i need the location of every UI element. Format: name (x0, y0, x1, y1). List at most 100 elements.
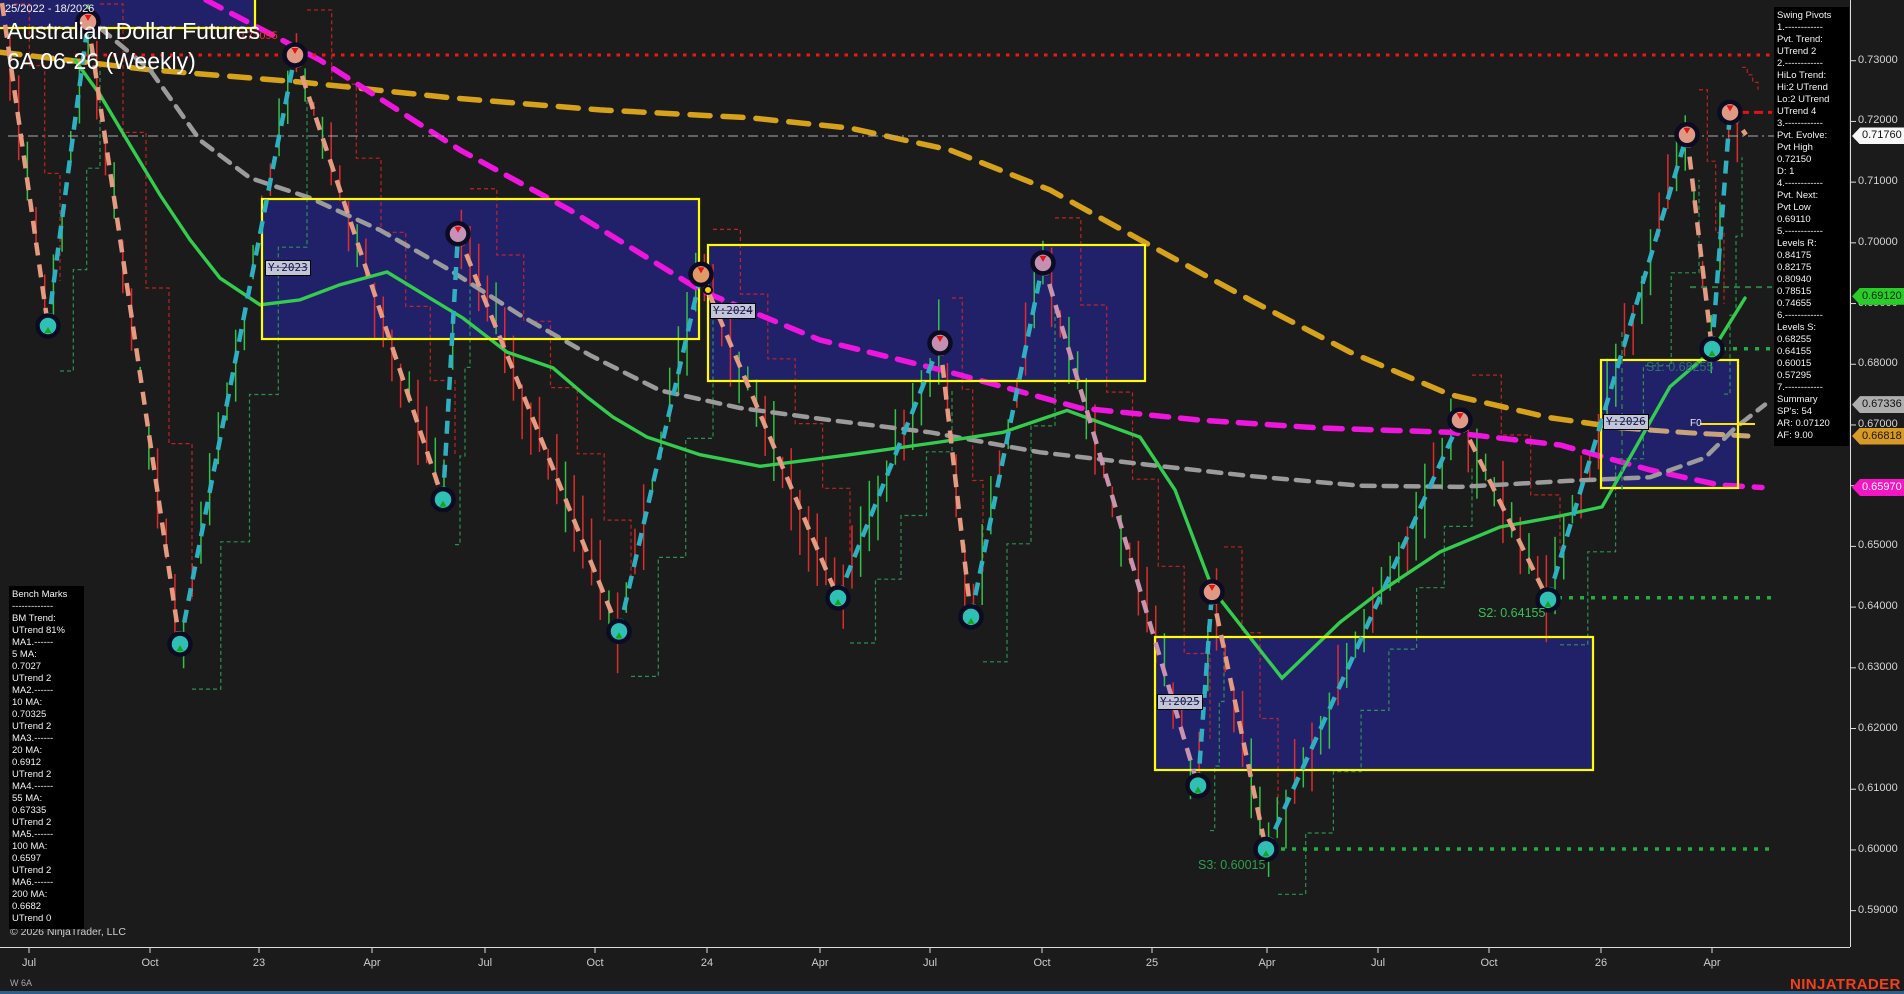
ninjatrader-chart-window: 25/2022 - 18/2026 0.73095 Australian Dol… (0, 0, 1904, 994)
time-axis-label[interactable]: Jul (478, 957, 492, 969)
bench-marks-line: 20 MA: (12, 745, 82, 757)
time-axis-label[interactable]: 24 (701, 957, 713, 969)
year-box-label: Y:2026 (1603, 414, 1649, 430)
bench-marks-panel: Bench Marks-------------BM Trend:UTrend … (9, 586, 84, 929)
swing-pivots-line: UTrend 2 (1777, 46, 1847, 58)
bench-marks-line: MA5.------ (12, 829, 82, 841)
time-axis-label[interactable]: Jul (1371, 957, 1385, 969)
instrument-tag: W 6A (10, 978, 32, 988)
price-axis-label[interactable]: 0.73000 (1858, 54, 1898, 66)
bench-marks-line: UTrend 2 (12, 721, 82, 733)
bench-marks-line: MA4.------ (12, 781, 82, 793)
time-axis-label[interactable]: 23 (253, 957, 265, 969)
time-axis-label[interactable]: Apr (363, 957, 380, 969)
bench-marks-line: UTrend 2 (12, 769, 82, 781)
swing-pivots-line: AF: 9.00 (1777, 430, 1847, 442)
year-box-label: Y:2023 (265, 260, 311, 276)
bench-marks-line: UTrend 81% (12, 625, 82, 637)
price-axis-label[interactable]: 0.64000 (1858, 600, 1898, 612)
swing-pivots-line: 0.72150 (1777, 154, 1847, 166)
price-axis-label[interactable]: 0.72000 (1858, 114, 1898, 126)
swing-pivots-line: Pvt Low (1777, 202, 1847, 214)
bench-marks-line: 100 MA: (12, 841, 82, 853)
swing-pivots-line: HiLo Trend: (1777, 70, 1847, 82)
time-axis-label[interactable]: Apr (1703, 957, 1720, 969)
bench-marks-line: 0.6682 (12, 901, 82, 913)
bench-marks-line: MA3.------ (12, 733, 82, 745)
price-marker-tag: 0.67336 (1852, 396, 1904, 413)
swing-pivots-line: 0.80940 (1777, 274, 1847, 286)
bench-marks-line: 0.6597 (12, 853, 82, 865)
time-axis-label[interactable]: Oct (1033, 957, 1050, 969)
year-box-label: Y:2024 (710, 303, 756, 319)
swing-pivots-line: Lo:2 UTrend (1777, 94, 1847, 106)
swing-pivots-line: 0.78515 (1777, 286, 1847, 298)
price-axis-label[interactable]: 0.71000 (1858, 175, 1898, 187)
swing-pivots-line: 4.------------ (1777, 178, 1847, 190)
bench-marks-line: UTrend 0 (12, 913, 82, 925)
bench-marks-line: UTrend 2 (12, 673, 82, 685)
price-axis-label[interactable]: 0.70000 (1858, 236, 1898, 248)
bench-marks-line: MA1.------ (12, 637, 82, 649)
price-marker-tag: 0.66818 (1852, 428, 1904, 445)
bench-marks-line: MA6.------ (12, 877, 82, 889)
swing-pivots-line: Hi:2 UTrend (1777, 82, 1847, 94)
swing-pivots-line: 5.------------ (1777, 226, 1847, 238)
swing-pivots-line: 0.84175 (1777, 250, 1847, 262)
support-label-s3: S3: 0.60015 (1198, 858, 1265, 872)
year-box-label: Y:2025 (1157, 694, 1203, 710)
price-axis-label[interactable]: 0.63000 (1858, 661, 1898, 673)
swing-pivots-line: 7.------------ (1777, 382, 1847, 394)
chart-title-line1: Australian Dollar Futures (7, 16, 260, 46)
bench-marks-line: 0.70325 (12, 709, 82, 721)
time-axis-label[interactable]: Jul (22, 957, 36, 969)
time-axis-label[interactable]: Apr (811, 957, 828, 969)
swing-pivots-line: Pvt. Evolve: (1777, 130, 1847, 142)
price-axis-label[interactable]: 0.62000 (1858, 722, 1898, 734)
swing-pivots-line: Summary (1777, 394, 1847, 406)
swing-pivots-line: 6.------------ (1777, 310, 1847, 322)
swing-pivots-line: 0.68255 (1777, 334, 1847, 346)
date-range-label: 25/2022 - 18/2026 (5, 3, 94, 15)
chart-canvas[interactable] (0, 0, 1904, 994)
swing-pivots-line: 3.------------ (1777, 118, 1847, 130)
swing-pivots-panel: Swing Pivots1.------------Pvt. Trend:UTr… (1774, 7, 1849, 446)
bench-marks-line: UTrend 2 (12, 817, 82, 829)
price-axis-label[interactable]: 0.60000 (1858, 843, 1898, 855)
swing-pivots-line: 0.57295 (1777, 370, 1847, 382)
bench-marks-line: 0.67335 (12, 805, 82, 817)
time-axis-label[interactable]: 25 (1146, 957, 1158, 969)
bench-marks-line: ------------- (12, 601, 82, 613)
time-axis-label[interactable]: Oct (586, 957, 603, 969)
time-axis-label[interactable]: Jul (923, 957, 937, 969)
bench-marks-line: 55 MA: (12, 793, 82, 805)
swing-pivots-line: UTrend 4 (1777, 106, 1847, 118)
price-marker-tag: 0.71760 (1852, 127, 1904, 144)
support-label-s2: S2: 0.64155 (1478, 606, 1545, 620)
swing-pivots-line: D: 1 (1777, 166, 1847, 178)
time-axis-label[interactable]: Apr (1258, 957, 1275, 969)
f0-marker-label: F0 (1690, 418, 1702, 429)
swing-pivots-line: 0.82175 (1777, 262, 1847, 274)
swing-pivots-line: 0.60015 (1777, 358, 1847, 370)
time-axis-label[interactable]: Oct (141, 957, 158, 969)
bench-marks-line: Bench Marks (12, 589, 82, 601)
swing-pivots-line: 0.74655 (1777, 298, 1847, 310)
price-axis-label[interactable]: 0.68000 (1858, 357, 1898, 369)
time-axis-label[interactable]: 26 (1595, 957, 1607, 969)
support-label-s1: S1: 0.68255 (1646, 360, 1713, 374)
swing-pivots-line: Pvt High (1777, 142, 1847, 154)
time-axis-label[interactable]: Oct (1480, 957, 1497, 969)
bench-marks-line: BM Trend: (12, 613, 82, 625)
bench-marks-line: 200 MA: (12, 889, 82, 901)
price-axis-label[interactable]: 0.65000 (1858, 539, 1898, 551)
price-axis-label[interactable]: 0.61000 (1858, 782, 1898, 794)
swing-pivots-line: 0.64155 (1777, 346, 1847, 358)
swing-pivots-line: 1.------------ (1777, 22, 1847, 34)
price-axis-label[interactable]: 0.59000 (1858, 904, 1898, 916)
price-marker-tag: 0.65970 (1852, 479, 1904, 496)
bench-marks-line: 10 MA: (12, 697, 82, 709)
swing-pivots-line: Swing Pivots (1777, 10, 1847, 22)
bench-marks-line: 0.7027 (12, 661, 82, 673)
swing-pivots-line: AR: 0.07120 (1777, 418, 1847, 430)
